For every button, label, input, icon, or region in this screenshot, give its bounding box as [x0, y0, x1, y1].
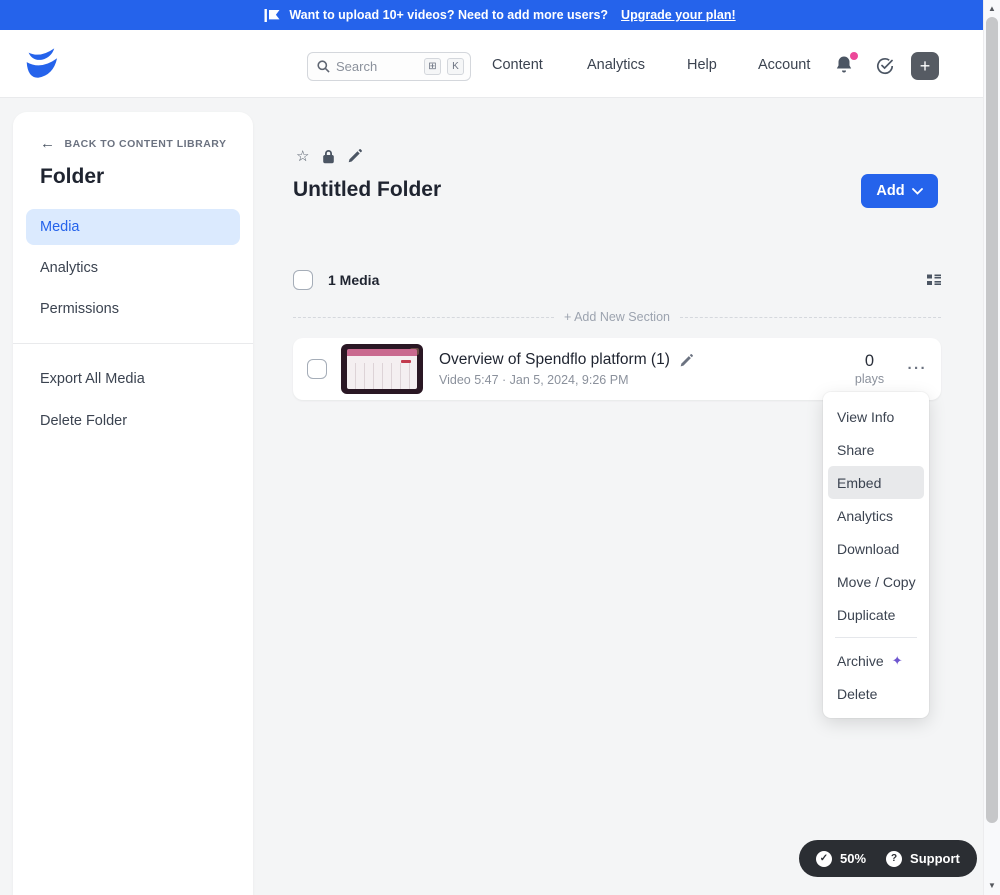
- plays-label: plays: [854, 372, 885, 386]
- section-dash-right: [680, 316, 942, 318]
- add-section-label: + Add New Section: [564, 310, 670, 324]
- upgrade-plan-link[interactable]: Upgrade your plan!: [621, 8, 736, 22]
- media-row[interactable]: Overview of Spendflo platform (1) Video …: [293, 338, 941, 400]
- video-thumbnail[interactable]: [341, 344, 423, 394]
- wistia-logo[interactable]: [21, 46, 59, 82]
- folder-header-icons: ☆: [296, 147, 363, 165]
- menu-item-share[interactable]: Share: [828, 433, 924, 466]
- search-icon: [317, 60, 330, 73]
- check-circle-icon: [876, 58, 894, 75]
- sidebar-title: Folder: [40, 165, 105, 188]
- search-box[interactable]: ⊞ K: [307, 52, 471, 81]
- media-count-label: 1 Media: [328, 272, 380, 288]
- nav-account[interactable]: Account: [758, 56, 810, 74]
- nav-analytics[interactable]: Analytics: [587, 56, 645, 74]
- notification-dot: [850, 52, 858, 60]
- progress-label: 50%: [840, 851, 867, 866]
- app-header: ⊞ K Content Analytics Help Account +: [0, 30, 1000, 98]
- k-key-icon: K: [447, 58, 464, 75]
- sidebar-item-analytics[interactable]: Analytics: [26, 250, 240, 286]
- flag-icon: [264, 8, 280, 22]
- search-input[interactable]: [336, 59, 418, 74]
- menu-item-view-info[interactable]: View Info: [828, 400, 924, 433]
- media-meta: Video 5:47 · Jan 5, 2024, 9:26 PM: [439, 373, 629, 387]
- media-options-button[interactable]: ···: [908, 361, 928, 376]
- upgrade-banner: Want to upload 10+ videos? Need to add m…: [0, 0, 1000, 30]
- back-to-library-link[interactable]: ← BACK TO CONTENT LIBRARY: [26, 135, 240, 152]
- scrollbar-thumb[interactable]: [986, 17, 998, 823]
- menu-item-embed[interactable]: Embed: [828, 466, 924, 499]
- menu-item-delete[interactable]: Delete: [828, 677, 924, 710]
- add-new-section-button[interactable]: + Add New Section: [293, 310, 942, 324]
- star-icon[interactable]: ☆: [296, 147, 309, 165]
- export-all-media-button[interactable]: Export All Media: [26, 358, 240, 400]
- back-label: BACK TO CONTENT LIBRARY: [64, 137, 227, 150]
- edit-title-icon[interactable]: [680, 353, 693, 367]
- progress-widget[interactable]: ✓ 50%: [816, 850, 867, 867]
- section-dash-left: [293, 316, 555, 318]
- media-title[interactable]: Overview of Spendflo platform (1): [439, 351, 670, 369]
- add-button[interactable]: Add: [861, 174, 938, 208]
- check-badge-icon: ✓: [816, 850, 832, 867]
- menu-item-archive[interactable]: Archive ✦: [828, 644, 924, 677]
- page-title: Untitled Folder: [293, 178, 442, 201]
- sparkle-icon: ✦: [891, 652, 903, 668]
- select-all-checkbox[interactable]: [293, 270, 313, 290]
- menu-item-download[interactable]: Download: [828, 532, 924, 565]
- notifications-button[interactable]: [835, 52, 858, 77]
- support-label: Support: [910, 851, 960, 866]
- media-checkbox[interactable]: [307, 359, 327, 379]
- status-support-pill: ✓ 50% ? Support: [799, 840, 977, 877]
- plays-stat: 0 plays: [842, 352, 898, 386]
- media-info: Overview of Spendflo platform (1) Video …: [439, 351, 693, 387]
- nav-content[interactable]: Content: [492, 56, 543, 74]
- scroll-down-icon[interactable]: ▼: [984, 881, 1000, 890]
- lock-icon[interactable]: [322, 149, 335, 164]
- back-arrow-icon: ←: [40, 135, 56, 152]
- support-button[interactable]: ? Support: [886, 850, 960, 867]
- menu-divider: [835, 637, 917, 638]
- delete-folder-button[interactable]: Delete Folder: [26, 400, 240, 442]
- sidebar-item-permissions[interactable]: Permissions: [26, 291, 240, 327]
- scroll-up-icon[interactable]: ▲: [984, 4, 1000, 13]
- menu-item-move-copy[interactable]: Move / Copy: [828, 565, 924, 598]
- page-scrollbar[interactable]: ▲ ▼: [983, 0, 1000, 895]
- banner-message: Want to upload 10+ videos? Need to add m…: [289, 8, 609, 22]
- create-new-button[interactable]: +: [911, 52, 939, 80]
- meta-key-icon: ⊞: [424, 58, 441, 75]
- edit-folder-icon[interactable]: [348, 149, 363, 163]
- sidebar-item-media[interactable]: Media: [26, 209, 240, 245]
- question-icon: ?: [886, 850, 903, 867]
- plays-count: 0: [864, 352, 875, 370]
- chevron-down-icon: [911, 187, 923, 195]
- media-context-menu: View Info Share Embed Analytics Download…: [823, 392, 929, 718]
- folder-sidebar: ← BACK TO CONTENT LIBRARY Folder Media A…: [13, 112, 253, 895]
- media-count-row: 1 Media: [293, 269, 941, 291]
- layout-toggle-icon[interactable]: [927, 274, 941, 286]
- menu-item-duplicate[interactable]: Duplicate: [828, 598, 924, 631]
- nav-help[interactable]: Help: [687, 56, 717, 74]
- tasks-button[interactable]: [876, 57, 894, 75]
- menu-item-analytics[interactable]: Analytics: [828, 499, 924, 532]
